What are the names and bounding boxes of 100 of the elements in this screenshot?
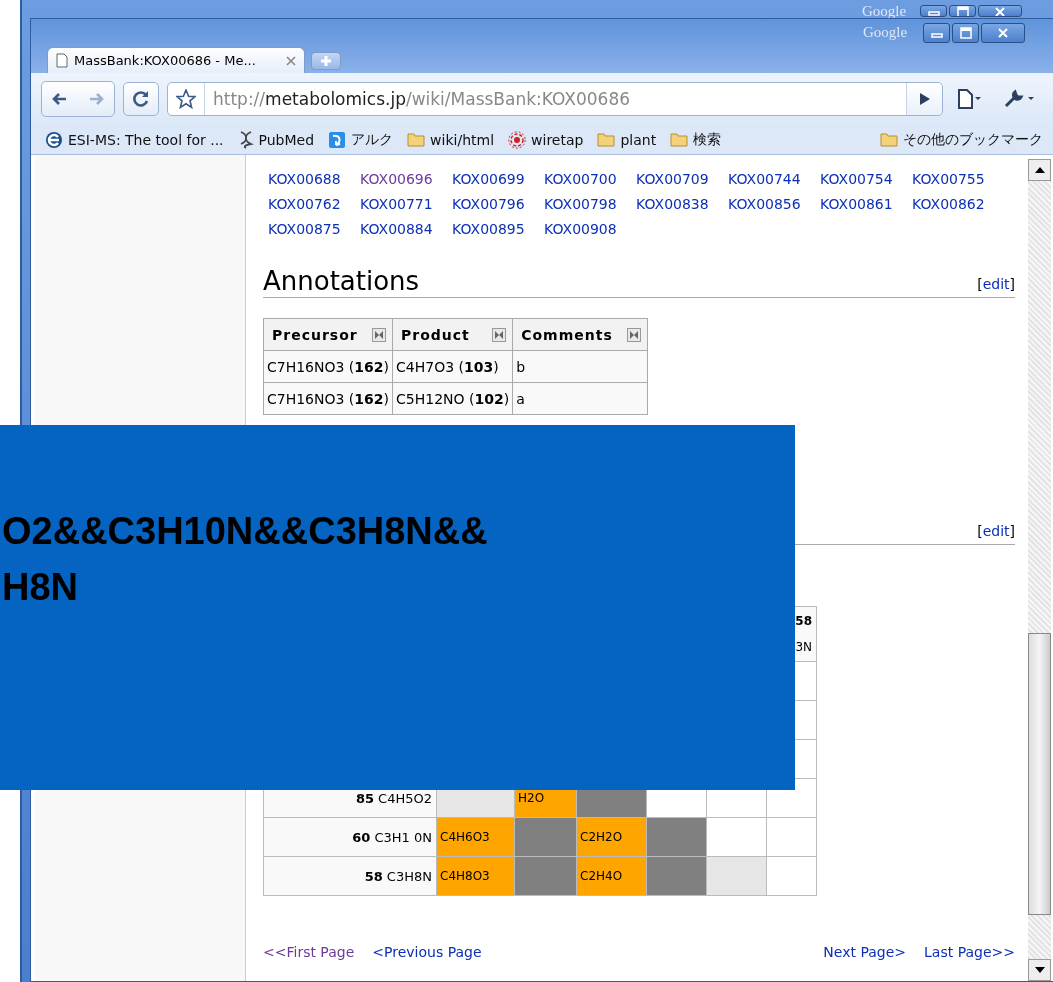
record-link[interactable]: KOX00696 — [360, 171, 433, 187]
close-button[interactable] — [981, 23, 1025, 43]
bracket: ] — [1009, 276, 1015, 292]
close-icon — [994, 6, 1006, 16]
column-header[interactable]: Product — [392, 318, 513, 351]
bookmark-label: 検索 — [693, 130, 722, 149]
table-cell: C4H7O3 (103) — [392, 350, 513, 383]
record-link[interactable]: KOX00744 — [728, 171, 801, 187]
reload-icon — [132, 90, 150, 108]
matrix-cell: C4H8O3 — [436, 856, 515, 896]
page-link[interactable]: Last Page>> — [924, 944, 1015, 960]
bookmark-item[interactable]: PubMed — [237, 130, 315, 149]
wrench-icon — [1003, 89, 1037, 109]
bracket: [ — [977, 276, 983, 292]
record-link[interactable]: KOX00699 — [452, 171, 525, 187]
bookmark-item[interactable]: wiki/html — [407, 131, 495, 148]
folder-icon — [670, 132, 689, 147]
record-link[interactable]: KOX00755 — [912, 171, 985, 187]
close-icon — [997, 27, 1009, 39]
sort-icon[interactable] — [492, 327, 507, 342]
record-link[interactable]: KOX00754 — [820, 171, 893, 187]
record-link[interactable]: KOX00798 — [544, 196, 617, 212]
record-link[interactable]: KOX00884 — [360, 221, 433, 237]
reload-button[interactable] — [123, 82, 159, 116]
page-link[interactable]: Next Page> — [823, 944, 907, 960]
arrow-logo-icon — [328, 130, 347, 149]
sort-icon[interactable] — [626, 327, 641, 342]
record-link[interactable]: KOX00875 — [268, 221, 341, 237]
bookmark-item[interactable]: アルク — [328, 130, 394, 149]
bracket: ] — [1009, 523, 1015, 539]
edit-link[interactable]: edit — [982, 523, 1010, 539]
record-link[interactable]: KOX00762 — [268, 196, 341, 212]
bookmark-item[interactable]: ESI-MS: The tool for ... — [45, 130, 224, 149]
section-heading: Annotations — [263, 265, 420, 297]
edit-link[interactable]: edit — [982, 276, 1010, 292]
bookmark-label: アルク — [351, 130, 394, 149]
play-icon — [918, 92, 931, 106]
url-text: http://metabolomics.jp/wiki/MassBank:KOX00686 — [212, 89, 632, 109]
record-link[interactable]: KOX00709 — [636, 171, 709, 187]
close-button[interactable] — [978, 5, 1022, 17]
folder-icon — [407, 132, 426, 147]
down-arrow-icon[interactable] — [1034, 967, 1045, 973]
page-link[interactable]: <Previous Page — [372, 944, 482, 960]
minimize-button[interactable] — [920, 5, 947, 17]
folder-icon — [597, 132, 616, 147]
go-button[interactable] — [906, 83, 942, 115]
table-cell: C7H16NO3 (162) — [263, 382, 393, 415]
record-link[interactable]: KOX00861 — [820, 196, 893, 212]
new-tab-button[interactable] — [311, 52, 341, 70]
bookmark-label: wiretap — [531, 131, 584, 148]
record-link[interactable]: KOX00895 — [452, 221, 525, 237]
maximize-button[interactable] — [949, 5, 976, 17]
scrollbar[interactable] — [1028, 159, 1051, 981]
table-cell: C7H16NO3 (162) — [263, 350, 393, 383]
overlay-text: O2&&C3H10N&&C3H8N&& — [1, 509, 489, 554]
table-cell: a — [512, 382, 648, 415]
table-cell: b — [512, 350, 648, 383]
e-logo-icon — [45, 130, 63, 149]
row-header: 58 C3H8N — [263, 856, 437, 896]
page-icon — [56, 53, 68, 68]
record-link[interactable]: KOX00796 — [452, 196, 525, 212]
arrow-icon — [52, 91, 68, 107]
bookmark-label: wiki/html — [430, 131, 495, 148]
table-cell: C5H12NO (102) — [392, 382, 513, 415]
bookmark-label: plant — [620, 131, 657, 148]
window-brand: Google — [863, 24, 908, 41]
arrow-icon — [88, 91, 104, 107]
bracket: [ — [977, 523, 983, 539]
column-header[interactable]: Precursor — [263, 318, 393, 351]
record-link[interactable]: KOX00908 — [544, 221, 617, 237]
bookmark-label: PubMed — [258, 131, 315, 148]
record-link[interactable]: KOX00700 — [544, 171, 617, 187]
row-header: 60 C3H1 0N — [263, 817, 437, 857]
sort-icon[interactable] — [372, 327, 387, 342]
scroll-thumb[interactable] — [1028, 633, 1051, 915]
star-icon[interactable] — [176, 89, 196, 109]
radio-wave-icon — [508, 130, 527, 149]
maximize-icon — [959, 27, 972, 39]
bookmark-item[interactable]: wiretap — [508, 130, 584, 149]
plus-icon — [320, 55, 332, 67]
record-link[interactable]: KOX00838 — [636, 196, 709, 212]
matrix-cell: C2H4O — [576, 856, 647, 896]
browser-tab[interactable]: MassBank:KOX00686 - Me... — [47, 47, 305, 73]
record-link[interactable]: KOX00688 — [268, 171, 341, 187]
address-bar[interactable]: http://metabolomics.jp/wiki/MassBank:KOX00686 — [167, 82, 943, 116]
document-icon — [957, 89, 983, 109]
record-link[interactable]: KOX00856 — [728, 196, 801, 212]
minimize-button[interactable] — [923, 23, 950, 43]
bookmark-item[interactable]: plant — [597, 131, 657, 148]
page-link[interactable]: <<First Page — [263, 944, 355, 960]
record-link[interactable]: KOX00771 — [360, 196, 433, 212]
folder-icon — [880, 132, 898, 147]
record-link[interactable]: KOX00862 — [912, 196, 985, 212]
up-arrow-icon[interactable] — [1034, 167, 1045, 173]
bookmark-item[interactable]: 検索 — [670, 130, 722, 149]
overlay-text: H8N — [1, 565, 80, 610]
maximize-button[interactable] — [952, 23, 979, 43]
close-icon[interactable] — [286, 55, 296, 66]
maximize-icon — [956, 6, 969, 16]
column-header[interactable]: Comments — [512, 318, 648, 351]
